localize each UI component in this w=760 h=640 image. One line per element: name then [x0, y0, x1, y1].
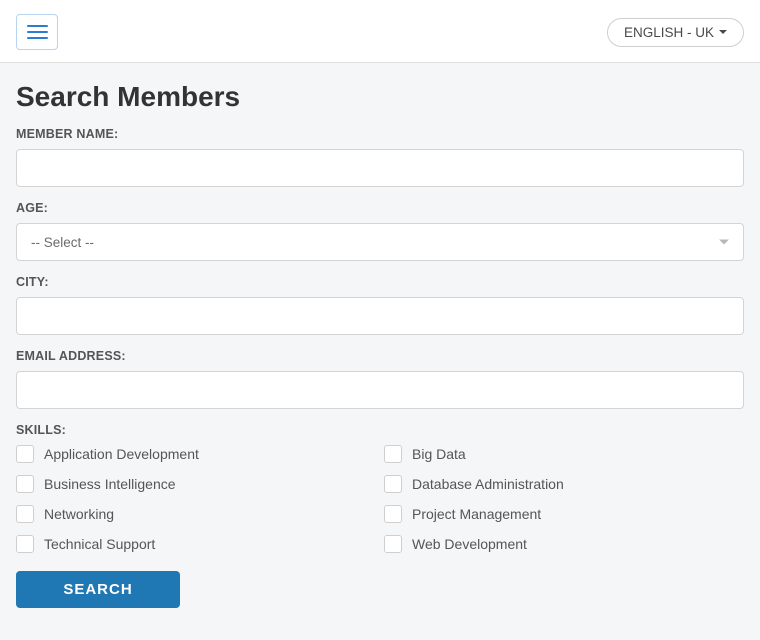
- language-dropdown[interactable]: ENGLISH - UK: [607, 18, 744, 47]
- skill-label[interactable]: Technical Support: [44, 536, 155, 552]
- member-name-group: MEMBER NAME:: [16, 127, 744, 187]
- skill-checkbox[interactable]: [384, 445, 402, 463]
- skill-item: Big Data: [384, 445, 744, 463]
- age-label: AGE:: [16, 201, 744, 215]
- chevron-down-icon: [719, 240, 729, 245]
- skills-group: SKILLS: Application Development Big Data…: [16, 423, 744, 553]
- skill-item: Business Intelligence: [16, 475, 376, 493]
- skill-item: Technical Support: [16, 535, 376, 553]
- skill-checkbox[interactable]: [16, 475, 34, 493]
- skill-label[interactable]: Business Intelligence: [44, 476, 176, 492]
- age-select[interactable]: -- Select --: [16, 223, 744, 261]
- skill-label[interactable]: Application Development: [44, 446, 199, 462]
- language-label: ENGLISH - UK: [624, 25, 714, 40]
- menu-toggle-button[interactable]: [16, 14, 58, 50]
- main-content: Search Members MEMBER NAME: AGE: -- Sele…: [0, 63, 760, 624]
- page-title: Search Members: [16, 81, 744, 113]
- city-label: CITY:: [16, 275, 744, 289]
- caret-down-icon: [719, 30, 727, 34]
- email-label: EMAIL ADDRESS:: [16, 349, 744, 363]
- skill-label[interactable]: Networking: [44, 506, 114, 522]
- skill-item: Application Development: [16, 445, 376, 463]
- skill-checkbox[interactable]: [384, 505, 402, 523]
- navbar: ENGLISH - UK: [0, 0, 760, 63]
- city-input[interactable]: [16, 297, 744, 335]
- email-group: EMAIL ADDRESS:: [16, 349, 744, 409]
- skill-item: Networking: [16, 505, 376, 523]
- skills-grid: Application Development Big Data Busines…: [16, 445, 744, 553]
- skill-label[interactable]: Big Data: [412, 446, 466, 462]
- skills-label: SKILLS:: [16, 423, 744, 437]
- skill-checkbox[interactable]: [16, 535, 34, 553]
- search-button[interactable]: SEARCH: [16, 571, 180, 608]
- skill-label[interactable]: Project Management: [412, 506, 541, 522]
- member-name-label: MEMBER NAME:: [16, 127, 744, 141]
- skill-label[interactable]: Web Development: [412, 536, 527, 552]
- skill-item: Web Development: [384, 535, 744, 553]
- age-select-value: -- Select --: [31, 235, 94, 250]
- hamburger-icon: [27, 37, 48, 39]
- skill-checkbox[interactable]: [384, 535, 402, 553]
- city-group: CITY:: [16, 275, 744, 335]
- age-group: AGE: -- Select --: [16, 201, 744, 261]
- skill-checkbox[interactable]: [16, 505, 34, 523]
- skill-checkbox[interactable]: [384, 475, 402, 493]
- hamburger-icon: [27, 25, 48, 27]
- hamburger-icon: [27, 31, 48, 33]
- member-name-input[interactable]: [16, 149, 744, 187]
- email-input[interactable]: [16, 371, 744, 409]
- skill-label[interactable]: Database Administration: [412, 476, 564, 492]
- skill-item: Database Administration: [384, 475, 744, 493]
- skill-item: Project Management: [384, 505, 744, 523]
- skill-checkbox[interactable]: [16, 445, 34, 463]
